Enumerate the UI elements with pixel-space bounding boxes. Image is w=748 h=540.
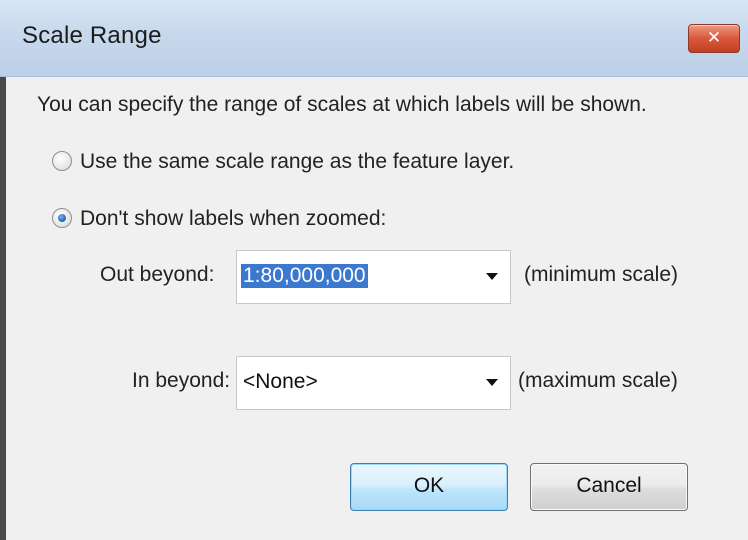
out-beyond-label: Out beyond: — [100, 263, 215, 286]
radio-label-dont-show: Don't show labels when zoomed: — [80, 207, 387, 230]
out-beyond-value: 1:80,000,000 — [241, 264, 368, 288]
in-beyond-value: <None> — [243, 370, 318, 393]
radio-selected-dot — [58, 214, 66, 222]
dialog-body: You can specify the range of scales at w… — [0, 77, 748, 540]
radio-label-same-scale: Use the same scale range as the feature … — [80, 150, 515, 173]
dialog-title: Scale Range — [22, 22, 162, 49]
close-icon: ✕ — [706, 28, 722, 48]
chevron-down-icon[interactable] — [486, 379, 498, 386]
description-text: You can specify the range of scales at w… — [37, 93, 647, 116]
in-beyond-combobox[interactable]: <None> — [236, 356, 511, 410]
close-button[interactable]: ✕ — [688, 24, 740, 53]
window-left-border — [0, 77, 6, 540]
minimum-scale-hint: (minimum scale) — [524, 263, 679, 286]
cancel-button[interactable]: Cancel — [530, 463, 688, 511]
maximum-scale-hint: (maximum scale) — [518, 369, 678, 392]
scale-range-dialog: Scale Range ✕ You can specify the range … — [0, 0, 748, 540]
title-bar[interactable]: Scale Range ✕ — [0, 0, 748, 77]
chevron-down-icon[interactable] — [486, 273, 498, 280]
in-beyond-label: In beyond: — [132, 369, 231, 392]
radio-button-dont-show[interactable] — [52, 208, 72, 228]
out-beyond-combobox[interactable]: 1:80,000,000 — [236, 250, 511, 304]
ok-button[interactable]: OK — [350, 463, 508, 511]
radio-button-same-scale[interactable] — [52, 151, 72, 171]
